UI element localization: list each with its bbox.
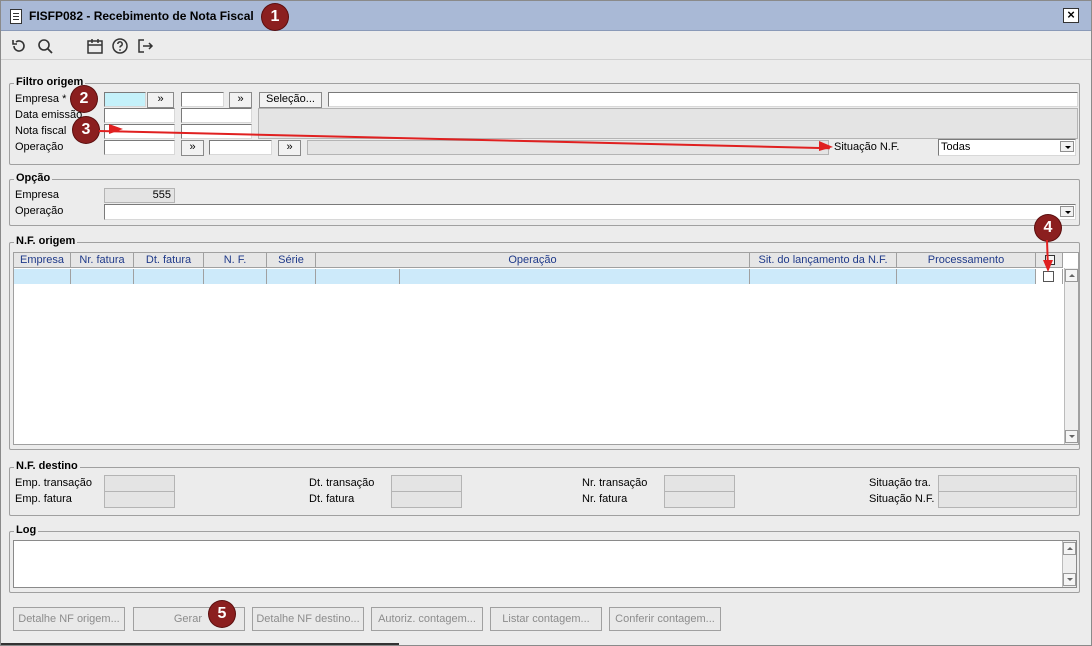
callout-marker-4: 4 (1035, 215, 1061, 241)
callout-marker-1: 1 (262, 4, 288, 30)
scroll-down-icon[interactable] (1063, 573, 1076, 586)
emp-fatura-field (104, 491, 175, 508)
search-icon[interactable] (36, 37, 54, 55)
dt-fatura-field (391, 491, 462, 508)
opcao-empresa-value: 555 (104, 188, 175, 203)
situacao-nf-select[interactable]: Todas (938, 139, 1076, 156)
situacao-nf-value: Todas (941, 141, 971, 153)
exit-icon[interactable] (136, 37, 154, 55)
empresa-secondary-lookup-button[interactable]: » (229, 92, 252, 108)
row-checkbox[interactable] (1043, 271, 1054, 282)
scroll-down-icon[interactable] (1065, 430, 1078, 443)
callout-marker-3: 3 (73, 117, 99, 143)
callout-marker-5: 5 (209, 601, 235, 627)
empresa-input[interactable] (104, 92, 146, 107)
dt-transacao-field (391, 475, 462, 492)
opcao-operacao-label: Operação (15, 205, 64, 217)
dt-fatura-label: Dt. fatura (309, 493, 355, 505)
nr-fatura-label: Nr. fatura (582, 493, 628, 505)
filtro-origem-title: Filtro origem (14, 76, 86, 88)
nr-fatura-field (664, 491, 735, 508)
opcao-title: Opção (14, 172, 53, 184)
filtro-readonly-area (258, 108, 1078, 139)
operacao-end-lookup-button[interactable]: » (278, 140, 301, 156)
toolbar (1, 32, 1091, 60)
operacao-start-input[interactable] (104, 140, 175, 155)
data-emissao-label: Data emissão (15, 109, 83, 121)
situacao-tra-label: Situação tra. (869, 477, 931, 489)
detalhe-nf-destino-button[interactable]: Detalhe NF destino... (252, 607, 364, 631)
nf-destino-title: N.F. destino (14, 460, 80, 472)
column-header-situacao-lancamento[interactable]: Sit. do lançamento da N.F. (750, 253, 897, 268)
nr-transacao-label: Nr. transação (582, 477, 648, 489)
operacao-label: Operação (15, 141, 64, 153)
chevron-down-icon[interactable] (1060, 206, 1074, 217)
data-emissao-start-input[interactable] (104, 108, 175, 123)
dt-transacao-label: Dt. transação (309, 477, 375, 489)
table-cell[interactable] (14, 269, 71, 284)
operacao-end-input[interactable] (209, 140, 272, 155)
emp-fatura-label: Emp. fatura (15, 493, 72, 505)
table-cell[interactable] (134, 269, 204, 284)
table-cell[interactable] (316, 269, 400, 284)
opcao-empresa-label: Empresa (15, 189, 60, 201)
table-cell[interactable] (400, 269, 750, 284)
title-bar: FISFP082 - Recebimento de Nota Fiscal × (1, 1, 1091, 31)
log-vertical-scrollbar[interactable] (1062, 541, 1076, 587)
nr-transacao-field (664, 475, 735, 492)
autoriz-contagem-button[interactable]: Autoriz. contagem... (371, 607, 483, 631)
document-icon (10, 9, 22, 24)
column-header-operacao[interactable]: Operação (316, 253, 750, 268)
detalhe-nf-origem-button[interactable]: Detalhe NF origem... (13, 607, 125, 631)
help-icon[interactable] (111, 37, 129, 55)
table-cell[interactable] (204, 269, 267, 284)
window-title: FISFP082 - Recebimento de Nota Fiscal (29, 9, 254, 23)
table-cell[interactable] (750, 269, 897, 284)
conferir-contagem-button[interactable]: Conferir contagem... (609, 607, 721, 631)
calendar-icon[interactable] (86, 37, 104, 55)
chevron-down-icon[interactable] (1060, 141, 1074, 152)
grid-vertical-scrollbar[interactable] (1064, 268, 1078, 444)
main-window: FISFP082 - Recebimento de Nota Fiscal × … (0, 0, 1092, 646)
arrowhead-icon (109, 124, 123, 134)
table-cell[interactable] (267, 269, 316, 284)
log-textarea[interactable] (13, 540, 1077, 588)
arrowhead-icon (1043, 260, 1053, 272)
situacao-nf-destino-label: Situação N.F. (869, 493, 935, 505)
nf-origem-grid[interactable]: Empresa Nr. fatura Dt. fatura N. F. Séri… (13, 252, 1079, 445)
refresh-icon[interactable] (10, 37, 28, 55)
operacao-start-lookup-button[interactable]: » (181, 140, 204, 156)
log-title: Log (14, 524, 39, 536)
emp-transacao-label: Emp. transação (15, 477, 93, 489)
situacao-nf-label: Situação N.F. (834, 141, 900, 153)
table-cell[interactable] (897, 269, 1036, 284)
table-cell[interactable] (71, 269, 134, 284)
column-header-empresa[interactable]: Empresa (14, 253, 71, 268)
nf-origem-title: N.F. origem (14, 235, 78, 247)
emp-transacao-field (104, 475, 175, 492)
empresa-lookup-button[interactable]: » (147, 92, 174, 108)
listar-contagem-button[interactable]: Listar contagem... (490, 607, 602, 631)
empresa-secondary-input[interactable] (181, 92, 224, 107)
scroll-up-icon[interactable] (1063, 542, 1076, 555)
opcao-operacao-select[interactable] (104, 204, 1076, 220)
situacao-tra-field (938, 475, 1077, 492)
data-emissao-end-input[interactable] (181, 108, 252, 123)
column-header-serie[interactable]: Série (267, 253, 316, 268)
column-header-nr-fatura[interactable]: Nr. fatura (71, 253, 134, 268)
arrowhead-icon (819, 141, 833, 151)
situacao-nf-destino-field (938, 491, 1077, 508)
nota-fiscal-label: Nota fiscal (15, 125, 67, 137)
close-button[interactable]: × (1063, 8, 1079, 23)
selecao-button[interactable]: Seleção... (259, 92, 322, 108)
scroll-up-icon[interactable] (1065, 269, 1078, 282)
column-header-dt-fatura[interactable]: Dt. fatura (134, 253, 204, 268)
empresa-description-field (328, 92, 1078, 107)
column-header-processamento[interactable]: Processamento (897, 253, 1036, 268)
empresa-label: Empresa * (15, 93, 67, 105)
column-header-nf[interactable]: N. F. (204, 253, 267, 268)
